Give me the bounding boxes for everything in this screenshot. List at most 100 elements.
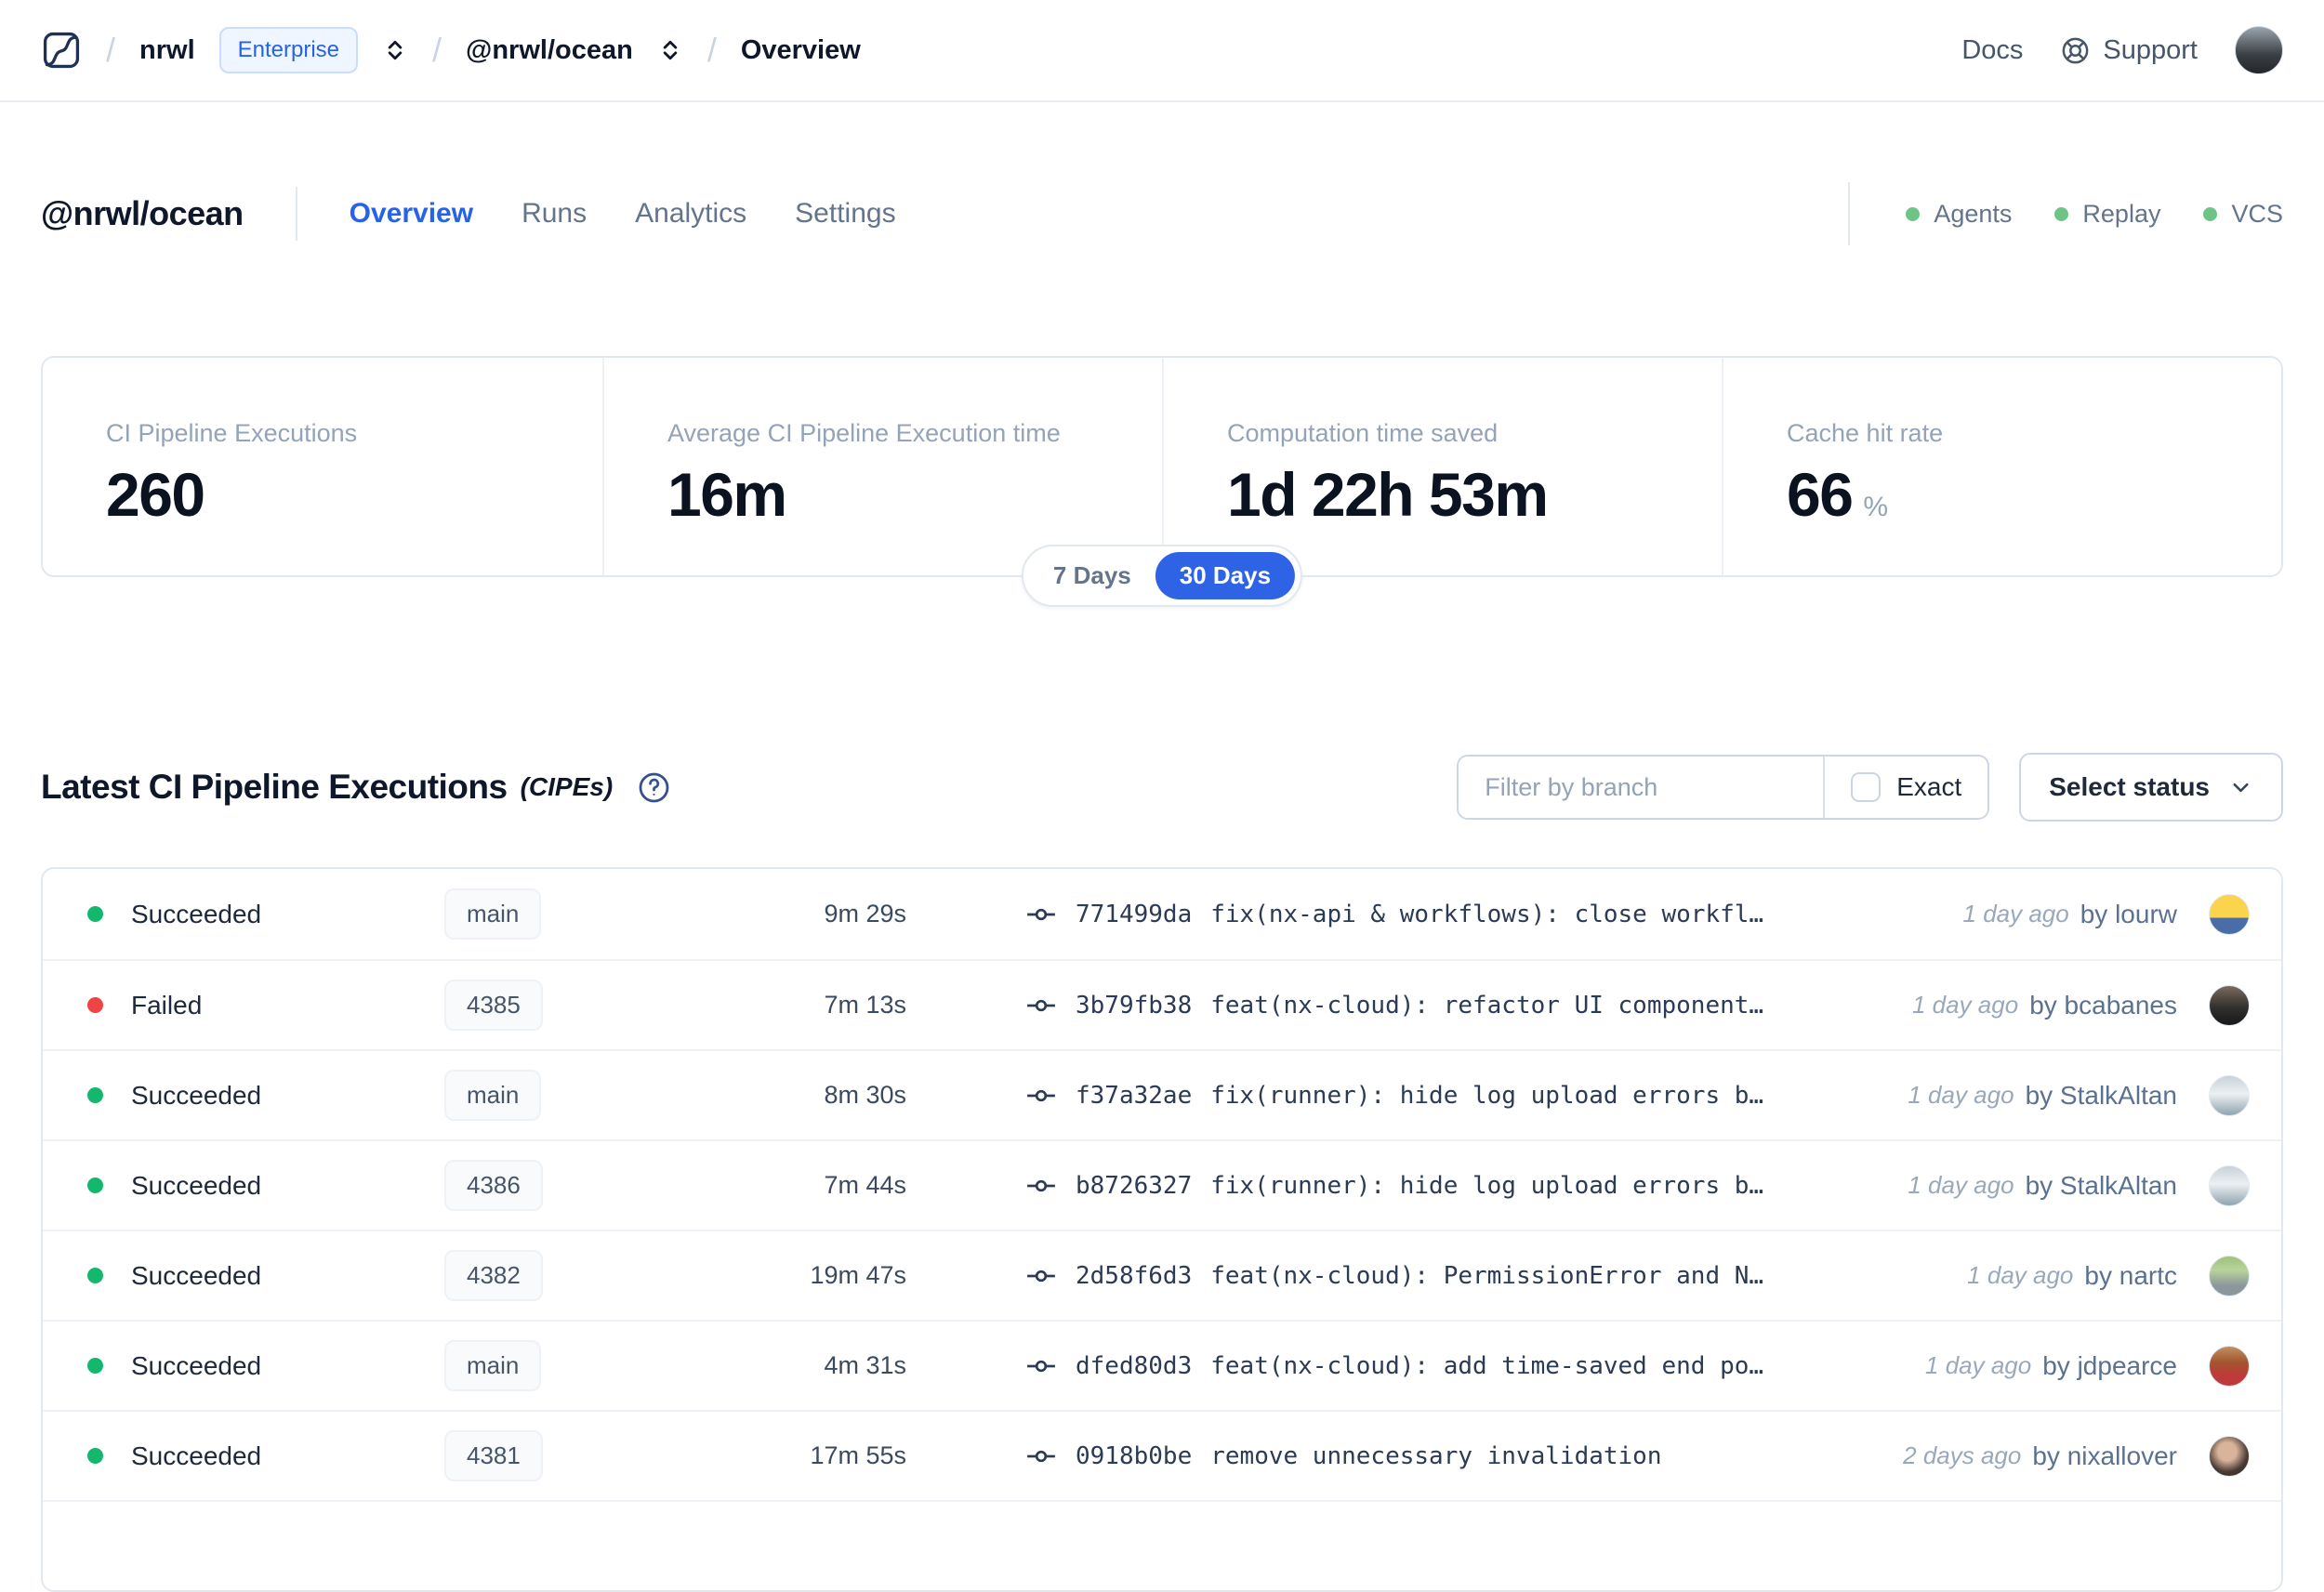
- workspace-header: @nrwl/ocean Overview Runs Analytics Sett…: [0, 180, 2324, 247]
- commit-message: feat(nx-cloud): refactor UI component…: [1210, 991, 1764, 1020]
- table-row[interactable]: Succeeded main 8m 30s f37a32ae fix(runne…: [43, 1049, 2281, 1139]
- commit-message: fix(runner): hide log upload errors b…: [1210, 1081, 1764, 1110]
- life-buoy-icon: [2060, 35, 2091, 66]
- git-commit-icon: [1025, 990, 1057, 1021]
- commit-hash: dfed80d3: [1076, 1351, 1193, 1380]
- status-dot-icon: [87, 1178, 103, 1193]
- user-avatar[interactable]: [2235, 26, 2283, 74]
- table-row-partial: [43, 1500, 2281, 1590]
- author-avatar: [2209, 984, 2250, 1026]
- branch-badge: main: [444, 1070, 542, 1121]
- time-ago: 1 day ago: [1962, 900, 2069, 928]
- table-row[interactable]: Succeeded main 9m 29s 771499da fix(nx-ap…: [43, 869, 2281, 959]
- help-circle-icon[interactable]: [637, 770, 671, 805]
- duration: 4m 31s: [824, 1351, 906, 1379]
- toggle-30-days[interactable]: 30 Days: [1155, 552, 1296, 599]
- breadcrumb-separator: /: [706, 31, 717, 69]
- time-ago: 1 day ago: [1911, 991, 2019, 1019]
- git-commit-icon: [1025, 1170, 1057, 1202]
- commit-message: remove unnecessary invalidation: [1210, 1441, 1662, 1470]
- author: by bcabanes: [2029, 990, 2177, 1020]
- table-row[interactable]: Succeeded 4386 7m 44s b8726327 fix(runne…: [43, 1139, 2281, 1230]
- status-label: Succeeded: [131, 1441, 262, 1470]
- status-label: Succeeded: [131, 1260, 262, 1290]
- workspace-switcher-icon[interactable]: [657, 34, 683, 66]
- tab-settings[interactable]: Settings: [795, 198, 895, 230]
- stat-computation-time-saved: Computation time saved 1d 22h 53m: [1162, 358, 1722, 575]
- time-ago: 2 days ago: [1903, 1441, 2022, 1469]
- git-commit-icon: [1025, 1260, 1057, 1292]
- stat-cache-hit-rate: Cache hit rate 66 %: [1722, 358, 2281, 575]
- nx-cloud-logo-icon[interactable]: [41, 30, 82, 71]
- stats-cards: CI Pipeline Executions 260 Average CI Pi…: [41, 356, 2283, 607]
- cipe-section-title: Latest CI Pipeline Executions: [41, 768, 508, 806]
- exact-match-control[interactable]: Exact: [1823, 757, 1987, 818]
- branch-filter-input[interactable]: [1459, 757, 1824, 818]
- author: by StalkAltan: [2025, 1170, 2177, 1200]
- author-avatar: [2209, 1164, 2250, 1206]
- duration: 17m 55s: [810, 1441, 906, 1469]
- exact-label: Exact: [1896, 772, 1962, 801]
- status-dot-icon: [87, 997, 103, 1013]
- author: by lourw: [2080, 899, 2177, 928]
- duration: 7m 13s: [824, 991, 906, 1019]
- docs-link[interactable]: Docs: [1961, 35, 2023, 66]
- tab-runs[interactable]: Runs: [522, 198, 587, 230]
- status-label: Succeeded: [131, 1080, 262, 1110]
- duration: 19m 47s: [810, 1261, 906, 1289]
- exact-checkbox[interactable]: [1851, 772, 1882, 802]
- breadcrumb-separator: /: [106, 31, 116, 69]
- green-dot-icon: [2203, 206, 2218, 221]
- support-link[interactable]: Support: [2060, 35, 2198, 66]
- branch-filter-group: Exact: [1457, 755, 1990, 820]
- breadcrumb: / nrwl Enterprise / @nrwl/ocean / Overvi…: [41, 27, 861, 73]
- enterprise-badge: Enterprise: [218, 27, 359, 73]
- table-row[interactable]: Succeeded 4381 17m 55s 0918b0be remove u…: [43, 1410, 2281, 1500]
- status-dot-icon: [87, 1448, 103, 1464]
- stat-average-execution-time: Average CI Pipeline Execution time 16m: [602, 358, 1162, 575]
- status-select-dropdown[interactable]: Select status: [2019, 753, 2283, 822]
- author: by nartc: [2084, 1260, 2177, 1290]
- cipe-table: Succeeded main 9m 29s 771499da fix(nx-ap…: [41, 867, 2283, 1592]
- branch-badge: 4381: [444, 1430, 543, 1481]
- cipe-section-subtitle: (CIPEs): [520, 772, 614, 801]
- time-ago: 1 day ago: [1967, 1261, 2074, 1289]
- commit-message: fix(nx-api & workflows): close workfl…: [1210, 900, 1764, 928]
- workspace-title: @nrwl/ocean: [41, 194, 244, 232]
- commit-message: fix(runner): hide log upload errors b…: [1210, 1171, 1764, 1200]
- table-row[interactable]: Failed 4385 7m 13s 3b79fb38 feat(nx-clou…: [43, 959, 2281, 1049]
- author: by jdpearce: [2042, 1350, 2177, 1380]
- author-avatar: [2209, 1345, 2250, 1387]
- topbar: / nrwl Enterprise / @nrwl/ocean / Overvi…: [0, 0, 2324, 102]
- breadcrumb-org[interactable]: nrwl: [139, 35, 195, 66]
- branch-badge: main: [444, 1340, 542, 1391]
- chevron-down-icon: [2228, 775, 2253, 800]
- badge-replay[interactable]: Replay: [2054, 200, 2160, 229]
- badge-vcs[interactable]: VCS: [2203, 200, 2283, 229]
- author: by nixallover: [2032, 1441, 2177, 1470]
- git-commit-icon: [1025, 1350, 1057, 1382]
- org-switcher-icon[interactable]: [382, 34, 408, 66]
- breadcrumb-page: Overview: [740, 34, 861, 65]
- badge-agents[interactable]: Agents: [1906, 200, 2012, 229]
- commit-hash: b8726327: [1076, 1171, 1193, 1200]
- commit-hash: 2d58f6d3: [1076, 1261, 1193, 1290]
- branch-badge: 4382: [444, 1250, 543, 1301]
- author-avatar: [2209, 1255, 2250, 1296]
- status-dot-icon: [87, 1358, 103, 1374]
- table-row[interactable]: Succeeded 4382 19m 47s 2d58f6d3 feat(nx-…: [43, 1230, 2281, 1320]
- commit-hash: 0918b0be: [1076, 1441, 1193, 1470]
- author-avatar: [2209, 893, 2250, 935]
- status-dot-icon: [87, 906, 103, 922]
- status-label: Succeeded: [131, 1350, 262, 1380]
- author: by StalkAltan: [2025, 1080, 2177, 1110]
- green-dot-icon: [2054, 206, 2069, 221]
- date-range-toggle: 7 Days 30 Days: [1021, 545, 1303, 607]
- breadcrumb-workspace[interactable]: @nrwl/ocean: [466, 35, 633, 66]
- cipe-filters: Exact Select status: [1457, 753, 2283, 822]
- table-row[interactable]: Succeeded main 4m 31s dfed80d3 feat(nx-c…: [43, 1320, 2281, 1410]
- tab-analytics[interactable]: Analytics: [635, 198, 746, 230]
- toggle-7-days[interactable]: 7 Days: [1029, 552, 1155, 599]
- tab-overview[interactable]: Overview: [350, 198, 473, 230]
- commit-message: feat(nx-cloud): PermissionError and N…: [1210, 1261, 1764, 1290]
